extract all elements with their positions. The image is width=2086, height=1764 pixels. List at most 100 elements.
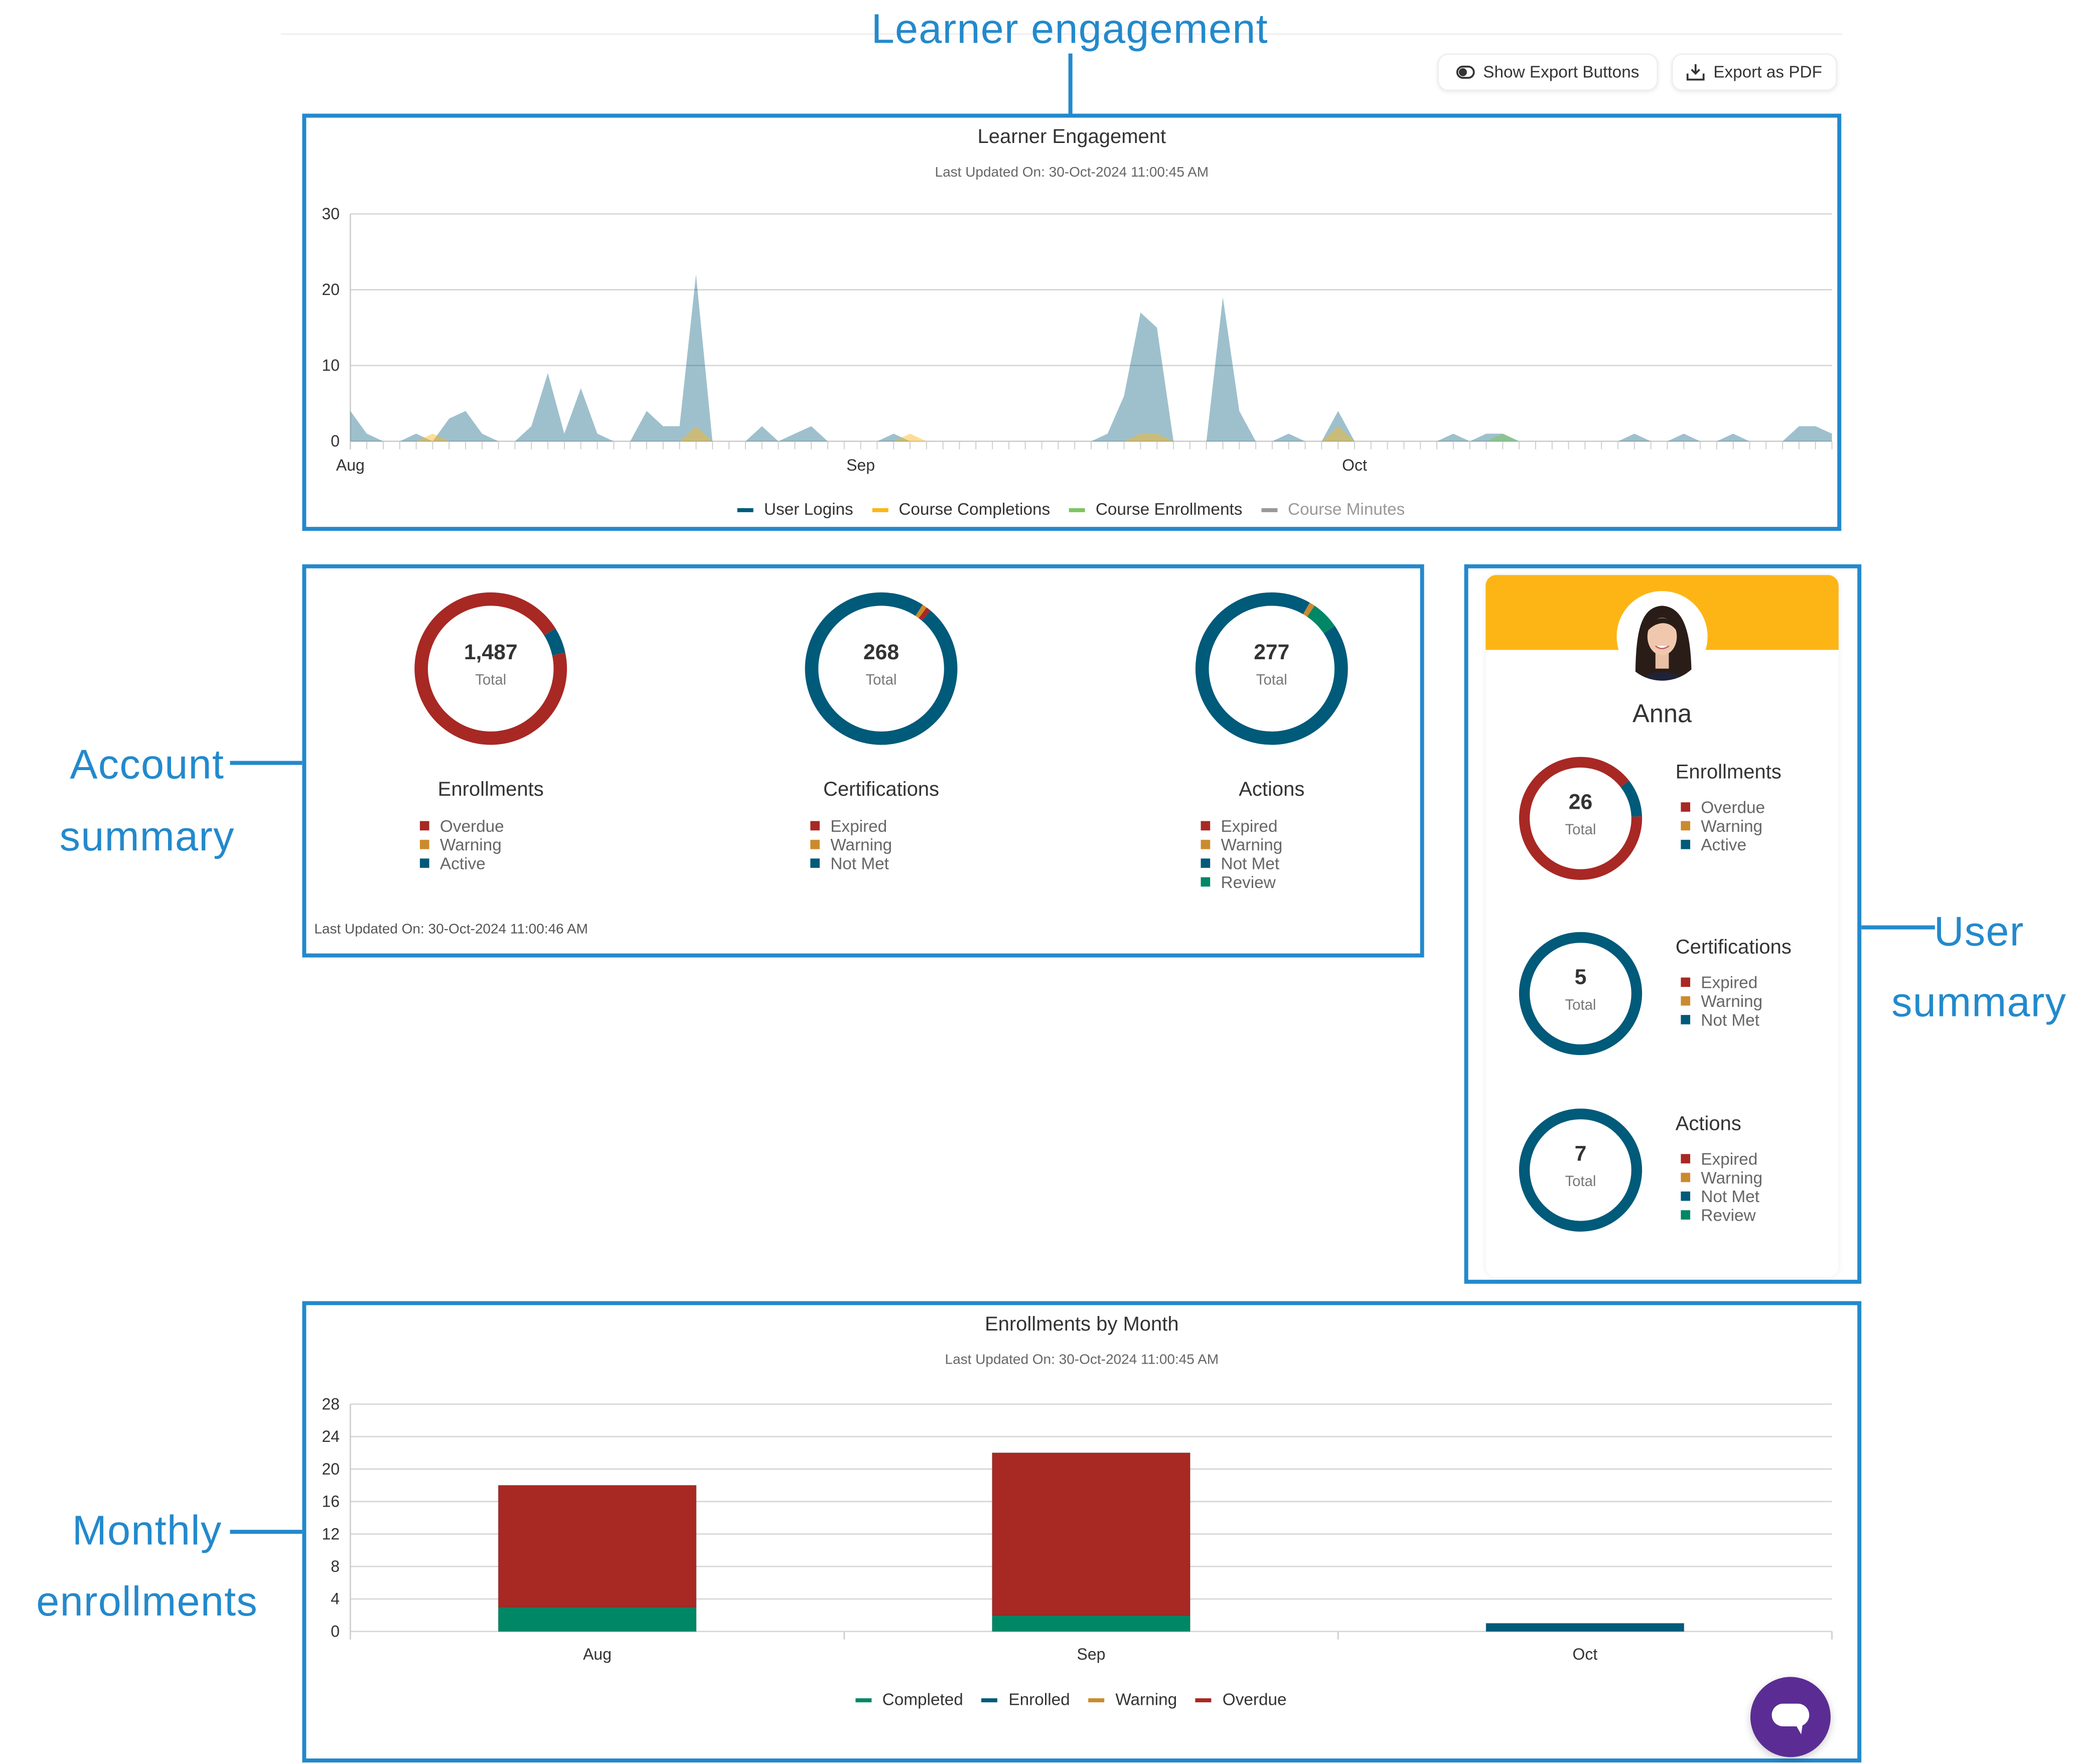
legend-item: Active xyxy=(1681,836,1765,854)
legend-swatch xyxy=(1681,840,1691,850)
donut-segment-not-met xyxy=(1195,592,1348,745)
legend-label: Review xyxy=(1221,873,1276,892)
legend-item: Warning xyxy=(1681,992,1762,1011)
dashboard-page: Learner engagement Account summary User … xyxy=(0,0,2086,1762)
legend-item: Warning xyxy=(1681,817,1765,836)
legend-swatch xyxy=(1681,996,1691,1006)
legend-item: Warning xyxy=(810,836,892,854)
legend-item: Expired xyxy=(1201,817,1283,836)
y-tick-label: 16 xyxy=(322,1493,340,1511)
donut-total-label: Total xyxy=(475,672,507,689)
legend-swatch xyxy=(1681,1210,1691,1220)
donut-legend: Expired Warning Not Met xyxy=(1681,973,1762,1030)
legend-item: Not Met xyxy=(1681,1188,1762,1206)
legend-item: Not Met xyxy=(810,854,892,873)
legend-swatch xyxy=(1681,821,1691,831)
legend-label: Warning xyxy=(1701,817,1763,836)
y-tick-label: 10 xyxy=(322,356,340,374)
legend-label: Not Met xyxy=(830,854,889,873)
legend-swatch xyxy=(1681,802,1691,812)
legend-item: Expired xyxy=(810,817,892,836)
legend-item: Review xyxy=(1201,873,1283,892)
legend-swatch xyxy=(1681,1192,1691,1202)
donut-total-value: 1,487 xyxy=(464,642,518,665)
chat-bubble-icon xyxy=(1771,1703,1810,1735)
legend-item: Expired xyxy=(1681,973,1762,992)
donut-segment-overdue xyxy=(1519,757,1643,880)
y-tick-label: 20 xyxy=(322,280,340,299)
x-tick-label: Oct xyxy=(1573,1645,1598,1663)
donut-total-label: Total xyxy=(865,672,897,689)
legend-swatch xyxy=(1681,1173,1691,1183)
legend-label: Warning xyxy=(830,835,892,855)
bar-overdue-sep xyxy=(991,1452,1191,1616)
legend-label: Active xyxy=(439,854,486,873)
donut-title: Actions xyxy=(1239,778,1305,801)
donut-legend: Expired Warning Not Met xyxy=(810,817,892,873)
legend-label: Expired xyxy=(1221,817,1278,836)
legend-swatch xyxy=(1201,821,1211,831)
legend-label: Active xyxy=(1701,835,1747,855)
y-tick-label: 12 xyxy=(322,1525,340,1543)
legend-item: Overdue xyxy=(1681,798,1765,817)
legend-label: Review xyxy=(1701,1206,1756,1225)
legend-label: Not Met xyxy=(1701,1187,1760,1207)
legend-swatch xyxy=(1681,1015,1691,1025)
legend-label: Warning xyxy=(439,835,502,855)
donut-legend: Overdue Warning Active xyxy=(1681,798,1765,854)
legend-swatch xyxy=(810,821,820,831)
y-tick-label: 0 xyxy=(331,1622,340,1640)
y-tick-label: 28 xyxy=(322,1395,340,1413)
donut-segment-not-met xyxy=(1519,1108,1643,1232)
legend-swatch xyxy=(419,821,429,831)
donut-title: Certifications xyxy=(1675,936,1792,959)
legend-swatch xyxy=(1201,840,1211,850)
y-tick-label: 24 xyxy=(322,1427,340,1445)
legend-swatch xyxy=(810,858,820,868)
legend-swatch xyxy=(1201,877,1211,887)
donut-segment-not-met xyxy=(1519,932,1643,1056)
donut-legend: Expired Warning Not Met Review xyxy=(1681,1150,1762,1225)
legend-label: Expired xyxy=(830,817,887,836)
legend-label: Warning xyxy=(1701,1168,1763,1188)
legend-label: Not Met xyxy=(1701,1011,1760,1030)
legend-swatch xyxy=(1681,977,1691,987)
legend-swatch xyxy=(1201,858,1211,868)
chat-button[interactable] xyxy=(1750,1677,1831,1757)
donut-title: Actions xyxy=(1675,1112,1741,1135)
x-tick-label: Aug xyxy=(583,1645,612,1663)
donut-total-value: 7 xyxy=(1574,1143,1587,1166)
donut-legend: Overdue Warning Active xyxy=(419,817,504,873)
legend-swatch xyxy=(810,840,820,850)
charts-layer: 0 10 20 30 Aug Sep Oct 0 4 8 12 16 20 24 28 Aug Sep Oct xyxy=(322,205,1833,1663)
donut-total-label: Total xyxy=(1565,822,1596,839)
bar-enrolled-oct xyxy=(1485,1623,1685,1632)
donut-total-value: 268 xyxy=(863,642,900,665)
legend-item: Warning xyxy=(419,835,504,855)
legend-label: Overdue xyxy=(439,817,504,836)
donut-title: Certifications xyxy=(823,778,940,801)
donut-segment-not-met xyxy=(805,592,958,745)
donut-segment-overdue xyxy=(414,592,567,745)
x-tick-label: Sep xyxy=(1077,1645,1106,1663)
legend-swatch xyxy=(419,858,429,868)
bar-completed-sep xyxy=(991,1614,1191,1632)
legend-swatch xyxy=(419,840,429,850)
series-area-user-logins xyxy=(350,274,1832,442)
legend-item: Active xyxy=(419,854,504,873)
donut-legend: Expired Warning Not Met Review xyxy=(1201,817,1283,892)
y-tick-label: 20 xyxy=(322,1460,340,1478)
legend-item: Overdue xyxy=(419,817,504,836)
legend-item: Warning xyxy=(1201,836,1282,854)
legend-item: Not Met xyxy=(1681,1011,1762,1030)
legend-item: Warning xyxy=(1681,1169,1762,1188)
x-tick-label: Aug xyxy=(336,456,365,474)
donut-total-label: Total xyxy=(1565,1174,1596,1191)
donut-total-value: 277 xyxy=(1254,642,1290,665)
legend-item: Not Met xyxy=(1201,854,1283,873)
bar-overdue-aug xyxy=(498,1485,697,1608)
legend-label: Warning xyxy=(1701,992,1763,1011)
donut-total-label: Total xyxy=(1565,997,1596,1014)
legend-item: Expired xyxy=(1681,1150,1762,1169)
donut-title: Enrollments xyxy=(437,778,544,801)
